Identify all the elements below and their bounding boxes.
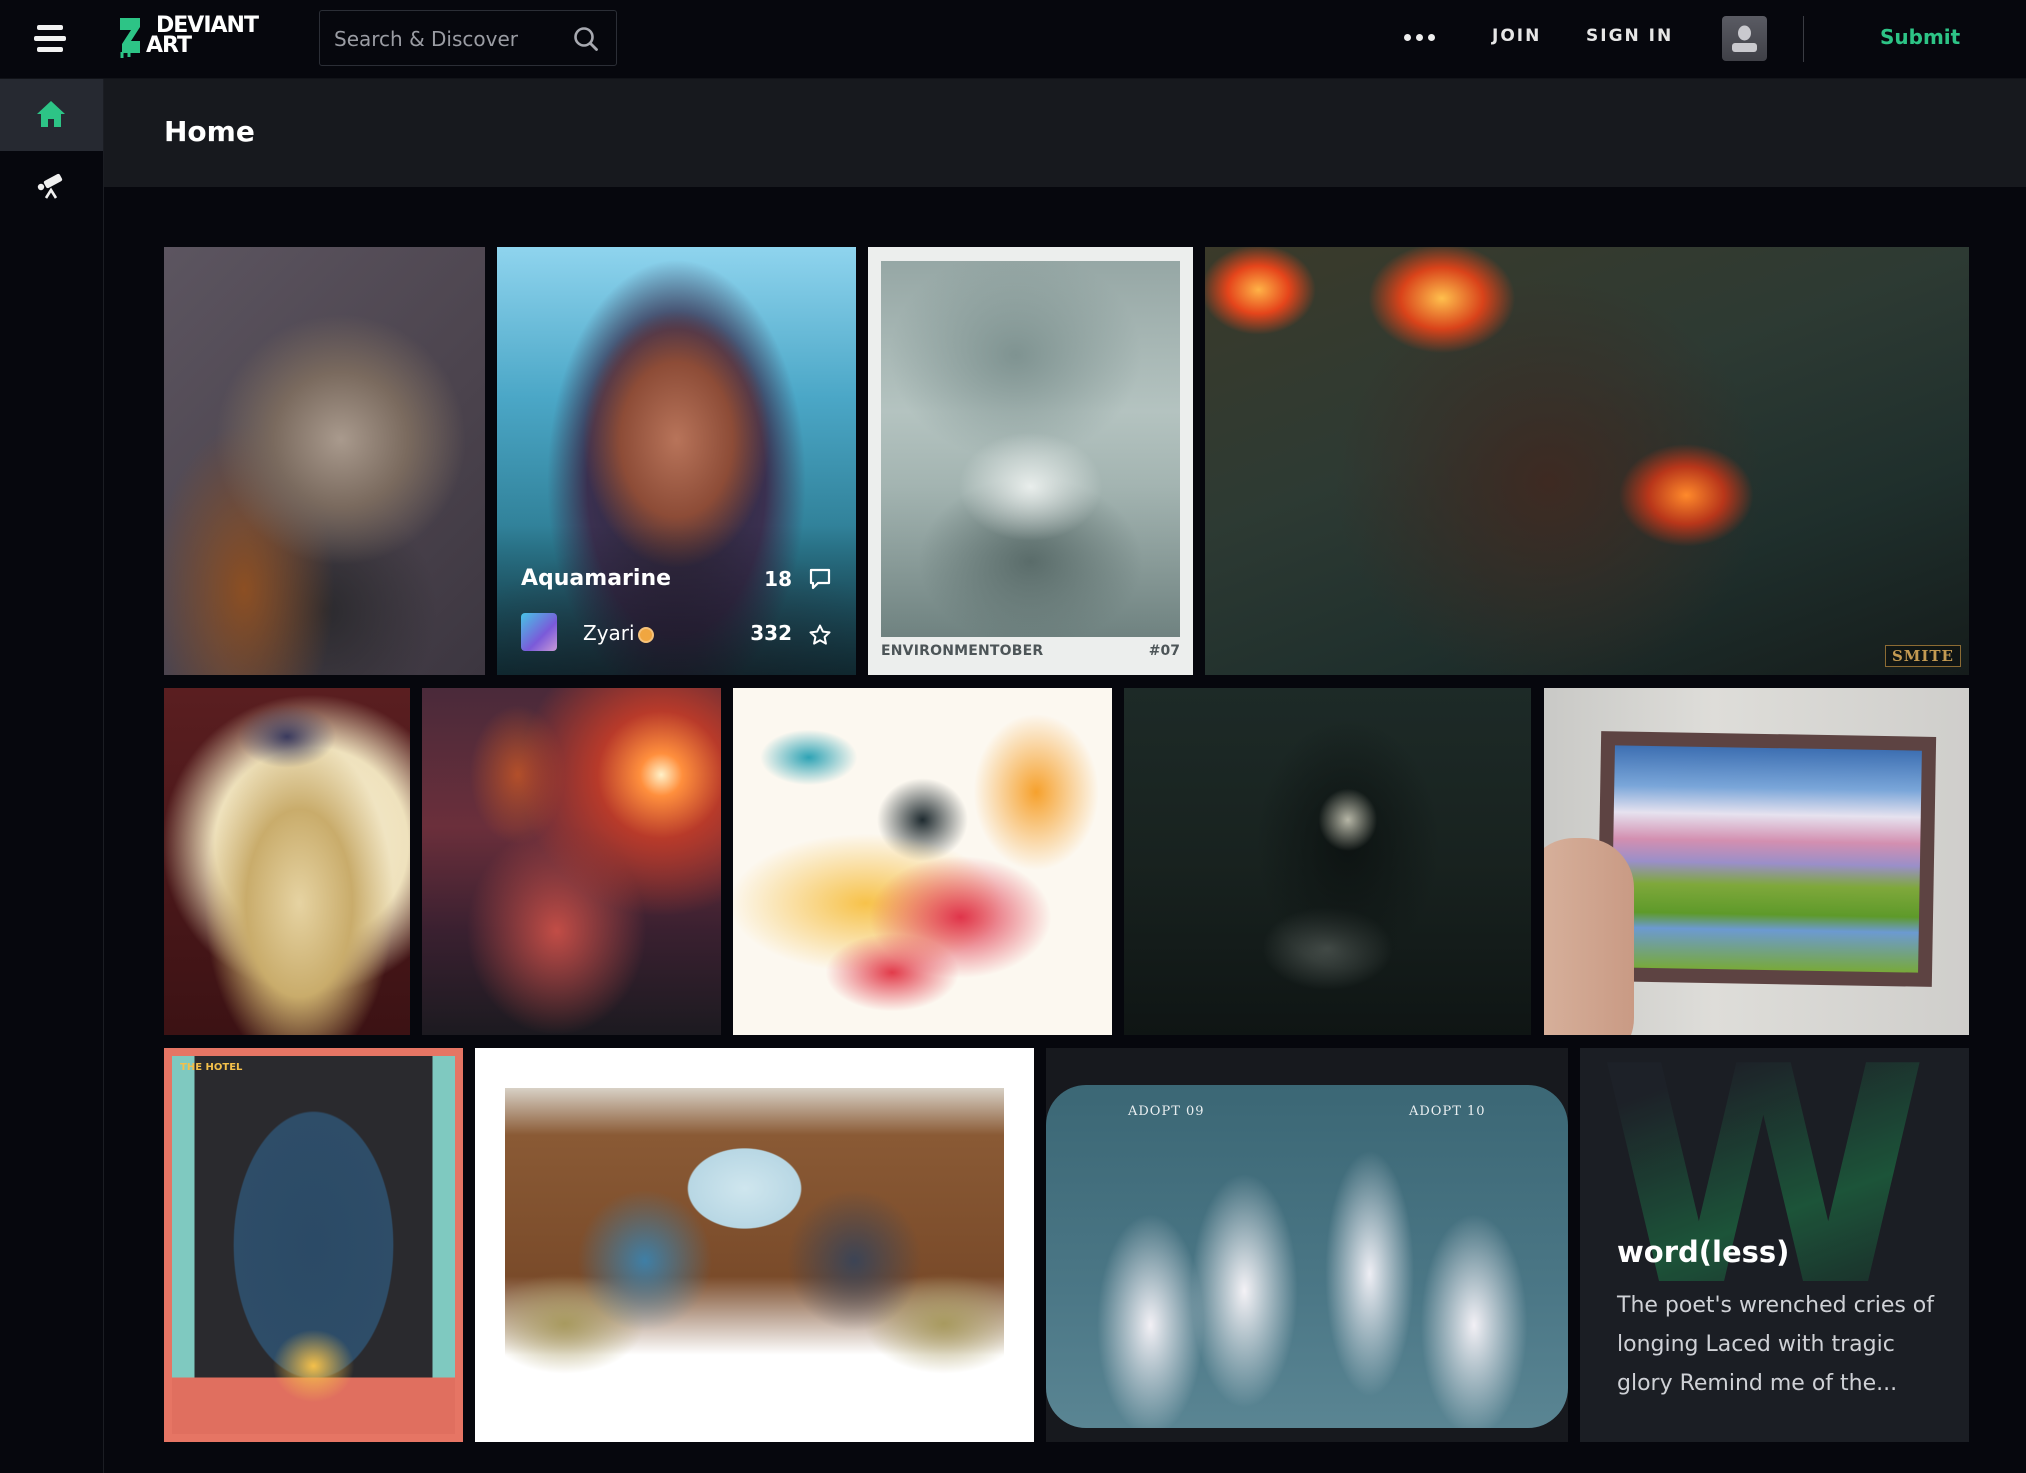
sidebar [0, 79, 104, 1473]
deviation-title[interactable]: Aquamarine [521, 566, 671, 591]
hand-shape [1544, 838, 1634, 1035]
sidebar-item-discover[interactable] [0, 151, 103, 223]
menu-icon[interactable] [34, 25, 66, 53]
adopt-label-left: ADOPT 09 [1128, 1104, 1205, 1119]
artwork-image [172, 1056, 455, 1434]
artwork-image [164, 688, 410, 1035]
logo-text-art: ART [146, 33, 192, 58]
artwork-number: #07 [1148, 643, 1180, 659]
home-icon [37, 101, 65, 127]
artwork-image [422, 688, 721, 1035]
user-avatar-button[interactable] [1722, 16, 1767, 61]
artwork-label: THE HOTEL [180, 1062, 243, 1073]
artwork-image [1124, 688, 1531, 1035]
deviation-bunny-adopts[interactable]: ADOPT 09 ADOPT 10 [1046, 1048, 1568, 1442]
core-member-badge-icon [637, 626, 654, 643]
literature-title[interactable]: word(less) [1617, 1235, 1789, 1269]
top-navigation-bar: DEVIANT ART JOIN SIGN IN Submit [0, 0, 2026, 79]
favourite-count: 332 [750, 621, 792, 645]
artwork-image [733, 688, 1112, 1035]
deviantart-logo-icon [120, 18, 140, 58]
page-header: Home [104, 79, 2026, 187]
artwork-frame [1596, 731, 1937, 987]
literature-excerpt: The poet's wrenched cries of longing Lac… [1617, 1293, 1935, 1396]
sidebar-item-home[interactable] [0, 79, 103, 151]
header-divider [1803, 16, 1804, 62]
deviation-scarecrow-sunset[interactable] [422, 688, 721, 1035]
more-options-icon[interactable] [1404, 30, 1438, 48]
deviation-calico-cat[interactable] [164, 247, 485, 675]
artwork-image [1046, 1085, 1568, 1428]
comment-icon[interactable] [808, 567, 832, 591]
deviation-dark-creature[interactable] [1124, 688, 1531, 1035]
artwork-image [505, 1088, 1004, 1402]
deviation-aquamarine[interactable]: Aquamarine 18 Zyari 332 [497, 247, 856, 675]
deviation-literature-wordless[interactable]: W word(less) The poet's wrenched cries o… [1580, 1048, 1969, 1442]
deviation-witch-dragon[interactable] [733, 688, 1112, 1035]
author-name[interactable]: Zyari [583, 621, 635, 645]
artwork-caption: ENVIRONMENTOBER [881, 643, 1044, 659]
search-icon[interactable] [572, 25, 600, 53]
join-button[interactable]: JOIN [1492, 26, 1541, 46]
watermark-text: SMITE [1884, 645, 1961, 667]
star-icon[interactable] [808, 623, 832, 647]
telescope-icon [37, 173, 63, 199]
deviation-moon-lady[interactable] [164, 688, 410, 1035]
deviation-smite-fire[interactable]: SMITE [1205, 247, 1969, 675]
deviantart-logo[interactable]: DEVIANT ART [116, 15, 276, 62]
artwork-image [881, 261, 1180, 637]
deviation-the-hotel[interactable]: THE HOTEL [164, 1048, 463, 1442]
deviation-embroidered-landscape[interactable] [1544, 688, 1969, 1035]
adopt-label-right: ADOPT 10 [1409, 1104, 1486, 1119]
submit-button[interactable]: Submit [1880, 25, 1960, 49]
user-icon [1732, 25, 1757, 52]
artwork-image [164, 247, 485, 675]
artwork-image [1205, 247, 1969, 675]
search-input[interactable] [332, 11, 566, 67]
author-avatar[interactable] [521, 613, 557, 651]
comment-count: 18 [764, 567, 792, 591]
sign-in-button[interactable]: SIGN IN [1586, 26, 1673, 46]
search-box [319, 10, 617, 67]
page-title: Home [164, 115, 255, 148]
deviation-environmentober[interactable]: ENVIRONMENTOBER #07 [868, 247, 1193, 675]
deviation-train-carriage[interactable] [475, 1048, 1034, 1442]
